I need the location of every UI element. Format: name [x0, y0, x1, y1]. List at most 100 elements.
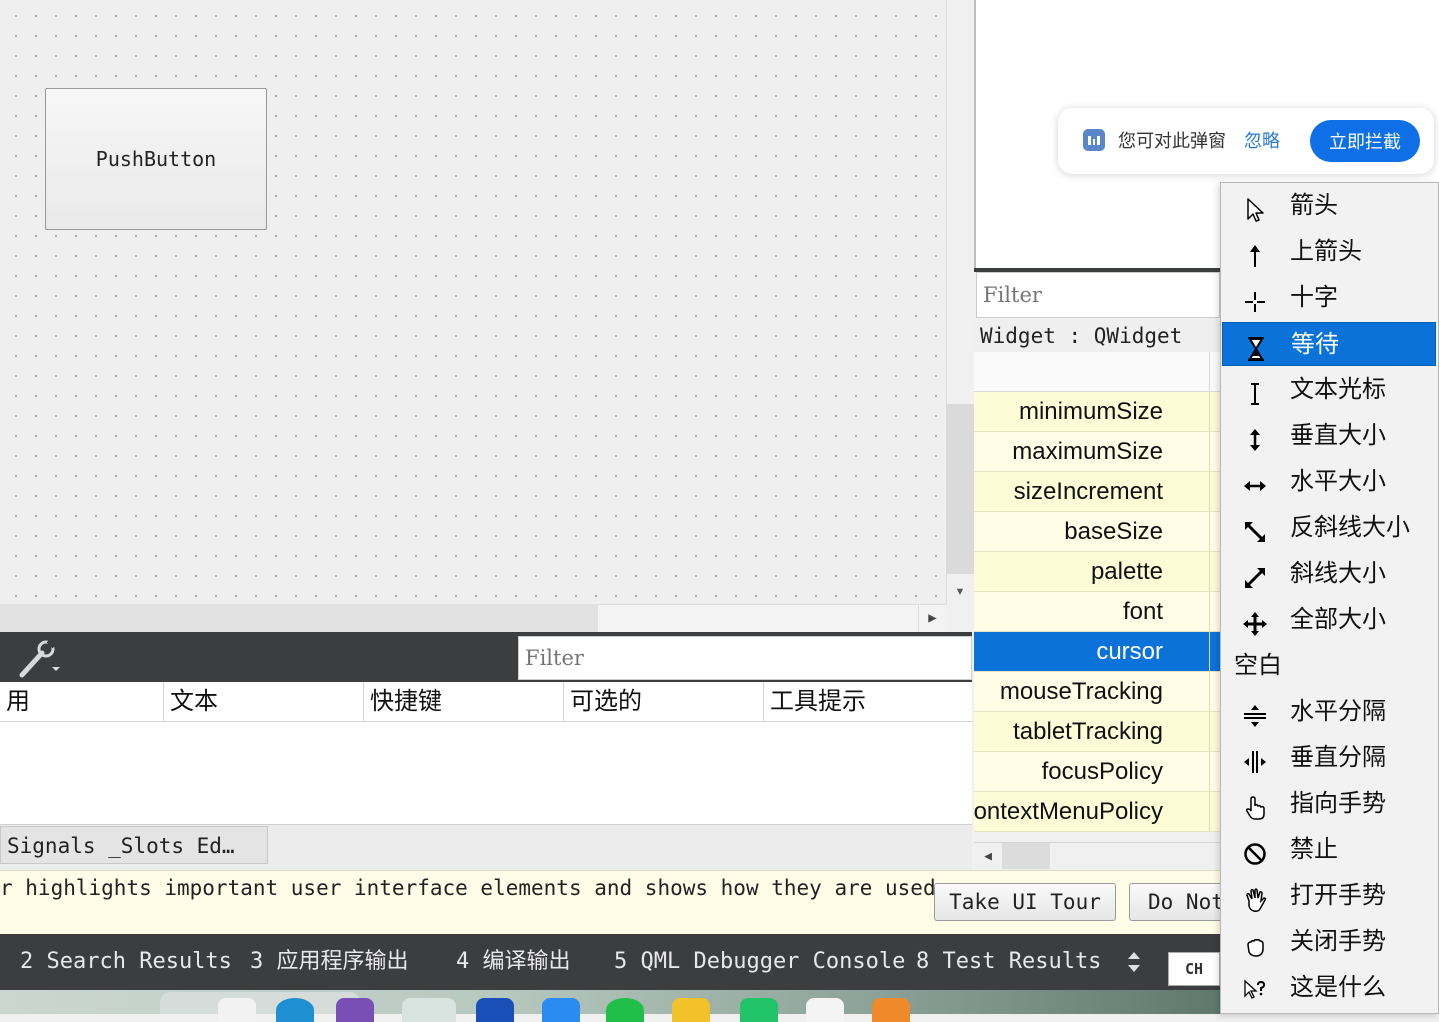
property-filter-input[interactable]	[976, 272, 1220, 318]
canvas-horizontal-scroll-thumb[interactable]	[0, 604, 598, 632]
push-button-widget[interactable]: PushButton	[45, 88, 267, 230]
property-row[interactable]: mouseTracking	[974, 672, 1220, 712]
up-arrow-cursor-icon	[1242, 240, 1268, 267]
cursor-menu-item[interactable]: 垂直大小	[1222, 414, 1436, 458]
property-name: contextMenuPolicy	[974, 798, 1163, 825]
wait-cursor-icon	[1243, 333, 1269, 361]
pointing-hand-cursor-icon	[1242, 792, 1268, 820]
popup-ignore-link[interactable]: 忽略	[1244, 128, 1280, 154]
output-tab-search-results[interactable]: 2 Search Results	[20, 934, 232, 990]
cursor-menu-item-label: 指向手势	[1290, 790, 1386, 817]
property-name: focusPolicy	[1041, 758, 1163, 785]
cursor-menu-item-label: 禁止	[1290, 836, 1338, 863]
action-table-body[interactable]	[0, 722, 972, 824]
cursor-menu-item-label: 水平大小	[1290, 468, 1386, 495]
property-row[interactable]: baseSize	[974, 512, 1220, 552]
property-name: maximumSize	[1012, 438, 1163, 465]
cursor-menu-item[interactable]: 这是什么	[1222, 966, 1436, 1010]
whats-this-cursor-icon	[1242, 976, 1268, 1002]
cursor-menu-item[interactable]: 空白	[1222, 644, 1436, 688]
take-ui-tour-button[interactable]: Take UI Tour	[934, 883, 1116, 921]
popup-message: 您可对此弹窗	[1118, 131, 1226, 151]
header-divider	[1209, 352, 1210, 392]
cursor-menu-item[interactable]: 十字	[1222, 276, 1436, 320]
size-vertical-cursor-icon	[1242, 424, 1268, 451]
property-scroll-thumb[interactable]	[1002, 843, 1050, 869]
property-row[interactable]: tabletTracking	[974, 712, 1220, 752]
taskbar-window-preview[interactable]	[160, 992, 360, 1014]
column-header[interactable]: 用	[0, 682, 164, 722]
cursor-menu-item[interactable]: 上箭头	[1222, 230, 1436, 274]
taskbar-app-icon[interactable]	[672, 998, 710, 1022]
output-tab-qml-debugger-console[interactable]: 5 QML Debugger Console	[614, 934, 905, 990]
cursor-menu-item[interactable]: 指向手势	[1222, 782, 1436, 826]
cursor-menu-item-label: 上箭头	[1290, 238, 1362, 265]
cursor-menu-item[interactable]: 文本光标	[1222, 368, 1436, 412]
cursor-menu-item[interactable]: 禁止	[1222, 828, 1436, 872]
taskbar-app-icon[interactable]	[476, 998, 514, 1022]
cursor-menu-item-label: 文本光标	[1290, 376, 1386, 403]
ime-indicator[interactable]: CH	[1168, 952, 1220, 986]
taskbar-app-icon[interactable]	[606, 998, 644, 1022]
taskbar-app-icon[interactable]	[872, 998, 910, 1022]
property-name: sizeIncrement	[1013, 478, 1163, 505]
cursor-menu-item[interactable]: 水平分隔	[1222, 690, 1436, 734]
taskbar-app-icon[interactable]	[276, 998, 314, 1022]
taskbar-app-icon[interactable]	[336, 998, 374, 1022]
cursor-menu-item[interactable]: 斜线大小	[1222, 552, 1436, 596]
property-name: minimumSize	[1018, 398, 1163, 425]
property-name: font	[1122, 598, 1163, 625]
property-row[interactable]: minimumSize	[974, 392, 1220, 432]
cursor-menu-item[interactable]: 反斜线大小	[1222, 506, 1436, 550]
taskbar-app-icon[interactable]	[402, 998, 456, 1022]
cursor-menu-item[interactable]: 等待	[1222, 322, 1436, 366]
property-table-header	[974, 352, 1220, 392]
ui-tour-message: r highlights important user interface el…	[0, 876, 949, 900]
property-row[interactable]: focusPolicy	[974, 752, 1220, 792]
taskbar-app-icon[interactable]	[806, 998, 844, 1022]
scroll-right-icon[interactable]: ▶	[918, 604, 946, 632]
popup-block-button[interactable]: 立即拦截	[1310, 120, 1420, 162]
forbidden-cursor-icon	[1242, 838, 1268, 865]
property-name: tabletTracking	[1013, 718, 1163, 745]
property-row[interactable]: font	[974, 592, 1220, 632]
column-header[interactable]: 工具提示	[764, 682, 972, 722]
column-header[interactable]: 快捷键	[364, 682, 564, 722]
cursor-menu-item-label: 箭头	[1290, 192, 1338, 219]
ibeam-cursor-icon	[1242, 378, 1268, 405]
canvas-vertical-scroll-thumb[interactable]	[946, 404, 974, 574]
action-filter-input[interactable]	[518, 636, 972, 680]
up-down-arrows-icon[interactable]	[1124, 948, 1144, 976]
taskbar-app-icon[interactable]	[740, 998, 778, 1022]
property-row[interactable]: maximumSize	[974, 432, 1220, 472]
taskbar-app-icon[interactable]	[542, 998, 580, 1022]
cursor-menu-item[interactable]: 箭头	[1222, 184, 1436, 228]
property-row[interactable]: sizeIncrement	[974, 472, 1220, 512]
property-row[interactable]: cursor	[974, 632, 1220, 672]
cursor-menu-item[interactable]: 水平大小	[1222, 460, 1436, 504]
taskbar-app-icon[interactable]	[218, 998, 256, 1022]
scroll-down-icon[interactable]: ▾	[946, 576, 974, 604]
cursor-menu-item-label: 水平分隔	[1290, 698, 1386, 725]
property-row[interactable]: palette	[974, 552, 1220, 592]
cursor-menu-item-label: 空白	[1234, 652, 1282, 679]
cursor-menu-item[interactable]: 垂直分隔	[1222, 736, 1436, 780]
cursor-menu-item[interactable]: 关闭手势	[1222, 920, 1436, 964]
cursor-menu-item-label: 斜线大小	[1290, 560, 1386, 587]
popup-app-icon	[1082, 128, 1106, 152]
size-all-cursor-icon	[1242, 608, 1268, 636]
cursor-menu-item[interactable]: 全部大小	[1222, 598, 1436, 642]
cursor-menu-item-label: 全部大小	[1290, 606, 1386, 633]
output-tab-test-results[interactable]: 8 Test Results	[916, 934, 1101, 990]
scroll-left-icon[interactable]: ◀	[976, 843, 1000, 869]
output-tab-application-output[interactable]: 3 应用程序输出	[250, 934, 409, 990]
wrench-icon[interactable]	[14, 637, 64, 679]
property-row[interactable]: contextMenuPolicy	[974, 792, 1220, 832]
split-vertical-cursor-icon	[1242, 700, 1268, 727]
signals-slots-editor-tab[interactable]: Signals _Slots Ed…	[0, 826, 268, 864]
output-tab-compile-output[interactable]: 4 编译输出	[456, 934, 571, 990]
column-header[interactable]: 文本	[164, 682, 364, 722]
column-header[interactable]: 可选的	[564, 682, 764, 722]
do-not-show-again-button[interactable]: Do Not	[1129, 883, 1225, 921]
cursor-menu-item[interactable]: 打开手势	[1222, 874, 1436, 918]
